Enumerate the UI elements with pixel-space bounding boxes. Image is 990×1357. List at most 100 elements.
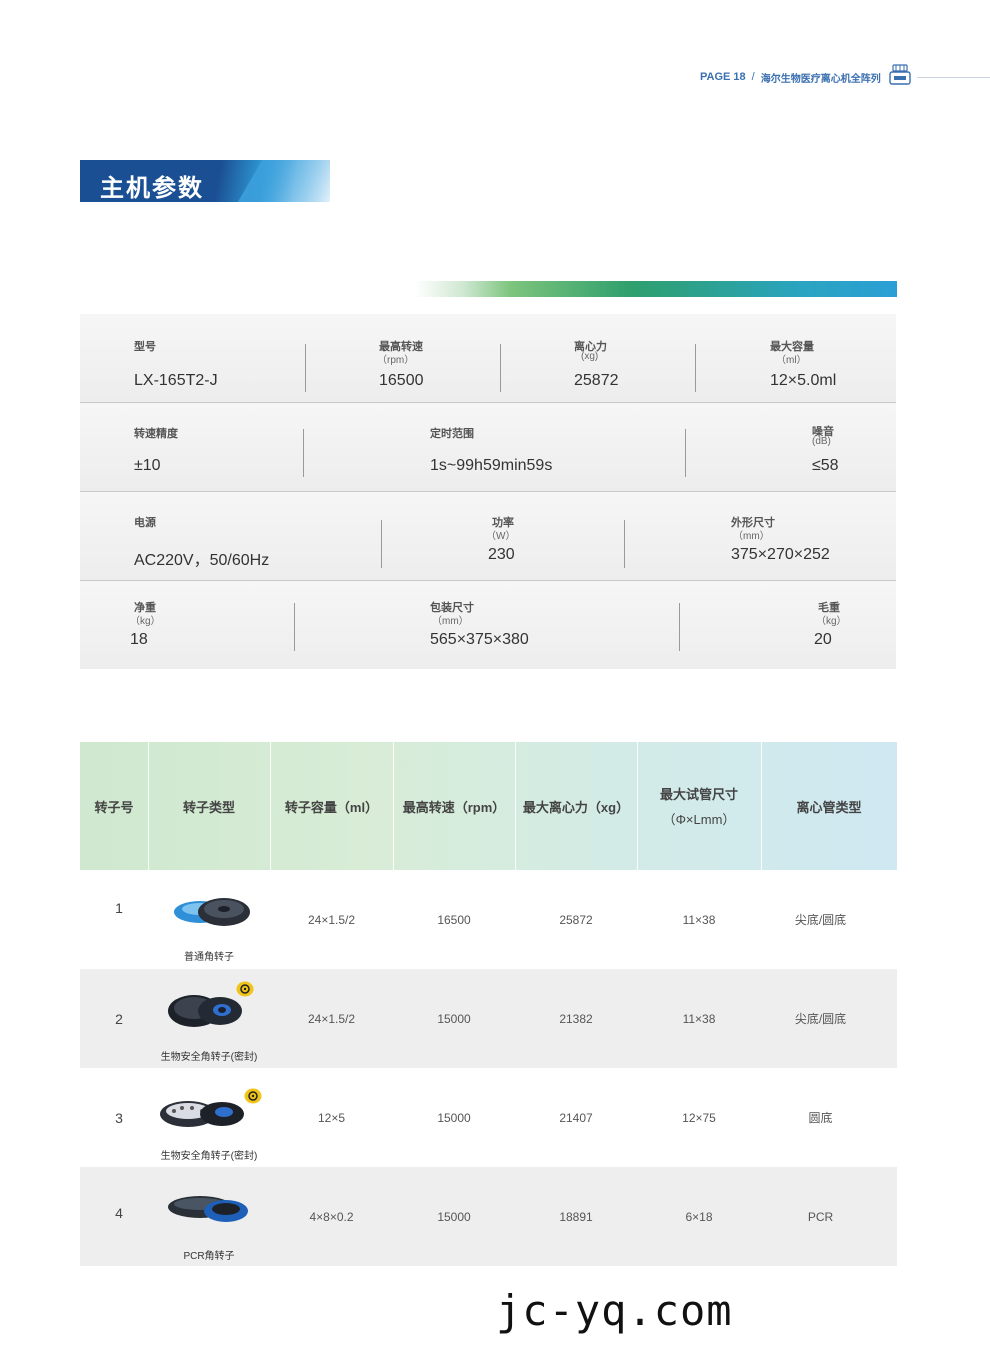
rotor-rcf: 18891 bbox=[559, 1209, 593, 1224]
rotor-capacity: 24×1.5/2 bbox=[307, 912, 356, 927]
table-row: 1 普通角转子 24×1.5/2 16500 25872 11×38 尖底/圆底 bbox=[80, 870, 897, 969]
spec-value: 1s~99h59min59s bbox=[430, 457, 553, 474]
rotor-image-angle bbox=[174, 898, 250, 926]
spec-label: 型号 bbox=[134, 341, 156, 353]
spec-value: 25872 bbox=[574, 372, 619, 389]
spec-row: 型号 LX-165T2-J 最高转速 （rpm） 16500 离心力 (xg) … bbox=[80, 314, 896, 403]
rotor-speed: 15000 bbox=[437, 1011, 471, 1026]
rotor-capacity: 4×8×0.2 bbox=[309, 1209, 354, 1224]
spec-label: 定时范围 bbox=[430, 428, 474, 440]
rotor-rcf: 21407 bbox=[559, 1110, 593, 1125]
series-title: 海尔生物医疗离心机全阵列 bbox=[760, 73, 881, 85]
rotor-rcf: 25872 bbox=[559, 912, 593, 927]
rotor-speed: 15000 bbox=[437, 1110, 471, 1125]
spec-value: 20 bbox=[814, 631, 832, 648]
spec-value: ≤58 bbox=[812, 457, 839, 474]
spec-row: 电源 AC220V，50/60Hz 功率 （W） 230 外形尺寸 （mm） 3… bbox=[80, 492, 896, 581]
rotor-speed: 15000 bbox=[437, 1209, 471, 1224]
header-max-rcf: 最大离心力（xg） bbox=[515, 742, 638, 870]
rotor-tube-size: 6×18 bbox=[685, 1209, 713, 1224]
rotor-tube-type: 尖底/圆底 bbox=[794, 1012, 847, 1026]
spec-value: AC220V，50/60Hz bbox=[134, 552, 270, 569]
rotor-number: 1 bbox=[115, 899, 123, 916]
spec-unit: （kg） bbox=[816, 616, 847, 627]
header-max-speed: 最高转速（rpm） bbox=[393, 742, 516, 870]
rotor-tube-size: 12×75 bbox=[682, 1110, 716, 1125]
spec-cell-gross-weight: 毛重 （kg） 20 bbox=[680, 581, 896, 669]
spec-unit: (xg) bbox=[581, 351, 599, 362]
table-row: 2 生物安全角转子(密封) 24×1.5/2 15000 21382 11×38… bbox=[80, 969, 897, 1068]
spec-value: 375×270×252 bbox=[731, 546, 830, 563]
spec-row: 转速精度 ±10 定时范围 1s~99h59min59s 噪音 (dB) ≤58 bbox=[80, 403, 896, 492]
header-text: 最高转速（rpm） bbox=[402, 799, 506, 815]
spec-label: 转速精度 bbox=[134, 428, 178, 440]
spec-unit: （mm） bbox=[733, 531, 770, 542]
table-row: 4 PCR角转子 4×8×0.2 15000 18891 6×18 PCR bbox=[80, 1167, 897, 1266]
rotor-image-bio-sealed bbox=[160, 1101, 244, 1127]
header-rotor-type: 转子类型 bbox=[148, 742, 271, 870]
header-subtext: （Φ×Lmm） bbox=[662, 812, 736, 827]
header-tube-type: 离心管类型 bbox=[761, 742, 897, 870]
spec-cell-model: 型号 LX-165T2-J bbox=[80, 314, 305, 402]
header-text: 转子类型 bbox=[182, 799, 235, 815]
spec-cell-speed: 最高转速 （rpm） 16500 bbox=[306, 314, 500, 402]
header-text: 转子号 bbox=[94, 799, 134, 815]
spec-unit: (dB) bbox=[812, 436, 831, 447]
header-text: 最大离心力（xg） bbox=[522, 799, 630, 815]
watermark: jc-yq.com bbox=[496, 1286, 733, 1335]
rotor-speed: 16500 bbox=[437, 912, 471, 927]
spec-table: 型号 LX-165T2-J 最高转速 （rpm） 16500 离心力 (xg) … bbox=[80, 314, 896, 669]
header-text: 离心管类型 bbox=[796, 799, 862, 815]
spec-unit: （W） bbox=[486, 531, 516, 542]
rotor-image-pcr bbox=[168, 1196, 248, 1222]
spec-value: LX-165T2-J bbox=[134, 372, 218, 389]
header-slash: / bbox=[751, 71, 755, 83]
rotor-type-name: PCR角转子 bbox=[183, 1251, 235, 1262]
rotor-type-name: 生物安全角转子(密封) bbox=[160, 1052, 258, 1063]
spec-cell-timer: 定时范围 1s~99h59min59s bbox=[304, 403, 684, 491]
spec-unit: （rpm） bbox=[377, 355, 415, 366]
header-text: 转子容量（ml） bbox=[284, 799, 379, 815]
rotor-table: 转子号 转子类型 转子容量（ml） 最高转速（rpm） 最大离心力（xg） 最大… bbox=[80, 742, 897, 1266]
spec-label: 电源 bbox=[134, 517, 156, 529]
page-number: PAGE 18 bbox=[700, 71, 746, 83]
page-header: PAGE 18 / 海尔生物医疗离心机全阵列 bbox=[700, 63, 990, 92]
spec-value: 12×5.0ml bbox=[770, 372, 837, 389]
spec-cell-noise: 噪音 (dB) ≤58 bbox=[686, 403, 896, 491]
section-title-banner: 主机参数 bbox=[80, 160, 330, 202]
header-capacity: 转子容量（ml） bbox=[270, 742, 394, 870]
spec-unit: （ml） bbox=[776, 355, 807, 366]
spec-unit: （kg） bbox=[130, 616, 161, 627]
rotor-rcf: 21382 bbox=[559, 1011, 593, 1026]
header-rotor-no: 转子号 bbox=[80, 742, 149, 870]
section-title: 主机参数 bbox=[100, 175, 204, 202]
header-text: 最大试管尺寸 bbox=[659, 787, 738, 802]
spec-value: 565×375×380 bbox=[430, 631, 529, 648]
spec-cell-accuracy: 转速精度 ±10 bbox=[80, 403, 303, 491]
spec-cell-package: 包装尺寸 （mm） 565×375×380 bbox=[295, 581, 679, 669]
spec-value: 230 bbox=[488, 546, 515, 563]
rotor-tube-type: PCR bbox=[807, 1209, 834, 1224]
rotor-capacity: 24×1.5/2 bbox=[307, 1011, 356, 1026]
rotor-table-header: 转子号 转子类型 转子容量（ml） 最高转速（rpm） 最大离心力（xg） 最大… bbox=[80, 742, 897, 870]
biohazard-icon bbox=[244, 1088, 262, 1109]
spec-value: 16500 bbox=[379, 372, 424, 389]
gradient-bar bbox=[415, 281, 897, 297]
rotor-number: 4 bbox=[115, 1204, 123, 1221]
spec-cell-rcf: 离心力 (xg) 25872 bbox=[501, 314, 695, 402]
table-row: 3 生物安全角转子(密封) 12×5 15000 21407 12×75 圆底 bbox=[80, 1068, 897, 1167]
rotor-tube-type: 尖底/圆底 bbox=[794, 913, 847, 927]
spec-value: 18 bbox=[130, 631, 148, 648]
spec-cell-capacity: 最大容量 （ml） 12×5.0ml bbox=[696, 314, 896, 402]
rotor-tube-size: 11×38 bbox=[682, 912, 716, 927]
centrifuge-icon bbox=[889, 63, 911, 92]
spec-cell-dimensions: 外形尺寸 （mm） 375×270×252 bbox=[625, 492, 896, 580]
rotor-number: 3 bbox=[115, 1109, 123, 1126]
spec-row: 净重 （kg） 18 包装尺寸 （mm） 565×375×380 毛重 （kg）… bbox=[80, 581, 896, 669]
rotor-tube-size: 11×38 bbox=[682, 1011, 716, 1026]
rotor-type-name: 普通角转子 bbox=[184, 952, 234, 963]
banner-stripe bbox=[237, 160, 330, 202]
header-max-tube: 最大试管尺寸 （Φ×Lmm） bbox=[637, 742, 762, 870]
spec-cell-power: 功率 （W） 230 bbox=[382, 492, 624, 580]
rotor-capacity: 12×5 bbox=[317, 1110, 346, 1125]
